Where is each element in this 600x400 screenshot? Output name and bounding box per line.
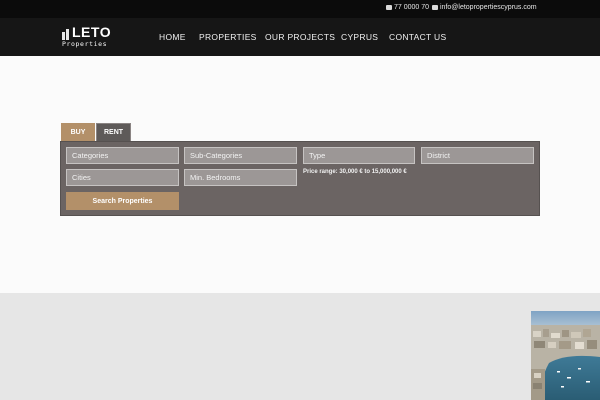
price-range-label: Price range: 30,000 € to 15,000,000 € bbox=[303, 169, 407, 175]
phone-contact[interactable]: 77 0000 70 bbox=[386, 4, 429, 11]
categories-select[interactable]: Categories bbox=[66, 147, 179, 164]
leto-logo[interactable]: LETO Properties bbox=[62, 24, 122, 50]
type-select[interactable]: Type bbox=[303, 147, 415, 164]
min-bedrooms-select[interactable]: Min. Bedrooms bbox=[184, 169, 297, 186]
harbour-photo bbox=[531, 311, 600, 400]
district-select[interactable]: District bbox=[421, 147, 534, 164]
main-navbar: LETO Properties HOME PROPERTIES OUR PROJ… bbox=[0, 18, 600, 56]
cities-select[interactable]: Cities bbox=[66, 169, 179, 186]
phone-number: 77 0000 70 bbox=[394, 4, 430, 11]
top-contact-bar: 77 0000 70 info@letopropertiescyprus.com bbox=[0, 0, 600, 18]
lower-section bbox=[0, 293, 600, 400]
nav-home[interactable]: HOME bbox=[159, 32, 186, 42]
email-address: info@letopropertiescyprus.com bbox=[440, 4, 537, 11]
phone-icon bbox=[386, 5, 392, 10]
tab-rent[interactable]: RENT bbox=[96, 123, 131, 141]
envelope-icon bbox=[432, 5, 438, 10]
logo-wordmark: LETO bbox=[72, 24, 112, 40]
nav-properties[interactable]: PROPERTIES bbox=[199, 32, 257, 42]
search-properties-button[interactable]: Search Properties bbox=[66, 192, 179, 210]
tab-buy[interactable]: BUY bbox=[61, 123, 95, 141]
nav-cyprus[interactable]: CYPRUS bbox=[341, 32, 378, 42]
email-contact[interactable]: info@letopropertiescyprus.com bbox=[432, 4, 537, 11]
sub-categories-select[interactable]: Sub-Categories bbox=[184, 147, 297, 164]
nav-contact-us[interactable]: CONTACT US bbox=[389, 32, 446, 42]
logo-subtitle: Properties bbox=[62, 40, 108, 48]
nav-our-projects[interactable]: OUR PROJECTS bbox=[265, 32, 335, 42]
